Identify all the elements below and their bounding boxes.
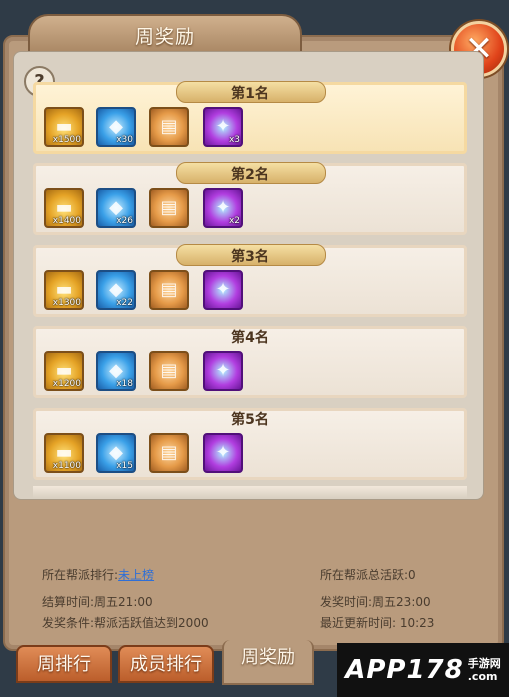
gold-ingot-icon[interactable]: ▬ x1100 (44, 433, 84, 473)
item-glyph: ▤ (160, 197, 178, 218)
watermark-sub1: 手游网 (467, 657, 501, 670)
item-glyph: ▤ (160, 279, 178, 300)
book-icon[interactable]: ▤ (149, 351, 189, 391)
item-count: x30 (116, 135, 133, 145)
settle-time: 结算时间:周五21:00 (42, 595, 153, 609)
gem-icon[interactable]: ✦ x3 (203, 107, 243, 147)
item-glyph: ▤ (160, 360, 178, 381)
window-title: 周奖励 (134, 26, 195, 48)
watermark-sub2: .com (467, 670, 498, 683)
watermark-logo: APP178 手游网 .com (337, 643, 509, 697)
item-glyph: ▬ (55, 116, 73, 137)
item-count: x2 (228, 216, 240, 226)
blue-stone-icon[interactable]: ◆ x26 (96, 188, 136, 228)
item-glyph: ✦ (215, 279, 231, 300)
blue-stone-icon[interactable]: ◆ x15 (96, 433, 136, 473)
item-count: x1300 (52, 298, 81, 308)
gem-icon[interactable]: ✦ (203, 270, 243, 310)
item-glyph: ◆ (109, 197, 123, 218)
item-glyph: ◆ (109, 442, 123, 463)
rank-panel: 第1名 ▬ x1500 ◆ x30 ▤ ✦ x3 (33, 81, 467, 154)
rank-info: 所在帮派排行:未上榜 (42, 566, 154, 583)
gem-icon[interactable]: ✦ x2 (203, 188, 243, 228)
item-glyph: ▬ (55, 279, 73, 300)
item-glyph: ▤ (160, 442, 178, 463)
gem-icon[interactable]: ✦ (203, 433, 243, 473)
rank-label: 第5名 (231, 412, 269, 428)
gold-ingot-icon[interactable]: ▬ x1300 (44, 270, 84, 310)
item-glyph: ✦ (215, 116, 231, 137)
item-count: x1100 (52, 461, 81, 471)
item-glyph: ◆ (109, 116, 123, 137)
book-icon[interactable]: ▤ (149, 107, 189, 147)
item-glyph: ✦ (215, 197, 231, 218)
item-glyph: ◆ (109, 360, 123, 381)
rank-panel: 第3名 ▬ x1300 ◆ x22 ▤ ✦ (33, 244, 467, 317)
watermark-main: APP178 (345, 655, 464, 685)
item-count: x1400 (52, 216, 81, 226)
gold-ingot-icon[interactable]: ▬ x1400 (44, 188, 84, 228)
reward-time: 发奖时间:周五23:00 (320, 595, 431, 609)
item-count: x1200 (52, 379, 81, 389)
tab-weekly-rank[interactable]: 周排行 (16, 645, 112, 683)
rank-panel: 第5名 ▬ x1100 ◆ x15 ▤ ✦ (33, 408, 467, 480)
total-activity: 所在帮派总活跃:0 (320, 568, 416, 582)
item-count: x3 (228, 135, 240, 145)
item-glyph: ◆ (109, 279, 123, 300)
item-count: x26 (116, 216, 133, 226)
item-glyph: ✦ (215, 360, 231, 381)
book-icon[interactable]: ▤ (149, 270, 189, 310)
rank-info-link[interactable]: 未上榜 (118, 568, 154, 582)
gold-ingot-icon[interactable]: ▬ x1200 (44, 351, 84, 391)
item-glyph: ▬ (55, 197, 73, 218)
item-count: x18 (116, 379, 133, 389)
item-glyph: ▬ (55, 442, 73, 463)
tab-weekly-reward[interactable]: 周奖励 (222, 640, 314, 685)
rank-label: 第3名 (231, 249, 269, 265)
item-count: x15 (116, 461, 133, 471)
blue-stone-icon[interactable]: ◆ x22 (96, 270, 136, 310)
last-update: 最近更新时间: 10:23 (320, 616, 435, 630)
rank-panel: 第4名 ▬ x1200 ◆ x18 ▤ ✦ (33, 326, 467, 398)
blue-stone-icon[interactable]: ◆ x18 (96, 351, 136, 391)
gem-icon[interactable]: ✦ (203, 351, 243, 391)
reward-condition: 发奖条件:帮派活跃值达到2000 (42, 616, 209, 630)
gold-ingot-icon[interactable]: ▬ x1500 (44, 107, 84, 147)
tab-member-rank[interactable]: 成员排行 (118, 645, 214, 683)
item-count: x22 (116, 298, 133, 308)
list-scroll-fade (33, 486, 467, 498)
book-icon[interactable]: ▤ (149, 188, 189, 228)
item-glyph: ▬ (55, 360, 73, 381)
rank-info-label: 所在帮派排行: (42, 568, 119, 582)
item-count: x1500 (52, 135, 81, 145)
item-glyph: ✦ (215, 442, 231, 463)
item-glyph: ▤ (160, 116, 178, 137)
rank-label: 第1名 (231, 86, 269, 102)
rank-label: 第4名 (231, 330, 269, 346)
rank-label: 第2名 (231, 167, 269, 183)
rank-panel: 第2名 ▬ x1400 ◆ x26 ▤ ✦ x2 (33, 162, 467, 235)
blue-stone-icon[interactable]: ◆ x30 (96, 107, 136, 147)
book-icon[interactable]: ▤ (149, 433, 189, 473)
